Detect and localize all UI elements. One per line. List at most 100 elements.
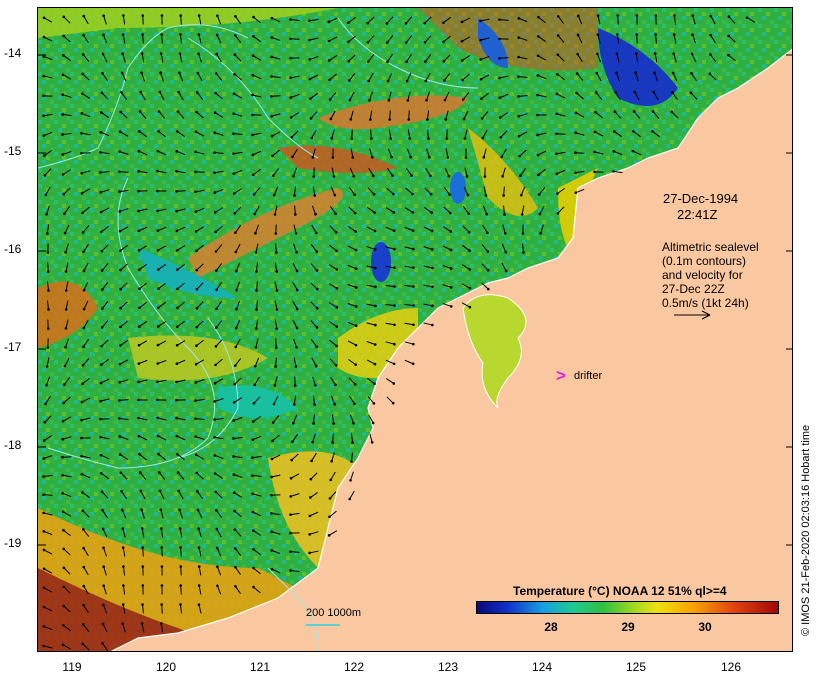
velocity-arrow-head <box>295 288 299 292</box>
velocity-arrow-head <box>62 547 66 551</box>
velocity-arrow-head <box>81 382 84 386</box>
velocity-arrow-head <box>709 14 713 18</box>
velocity-arrow-head <box>99 111 103 114</box>
velocity-arrow-head <box>157 306 160 309</box>
velocity-arrow-head <box>176 287 179 291</box>
velocity-arrow-head <box>354 267 358 270</box>
velocity-arrow-head <box>235 288 238 292</box>
velocity-arrow-head <box>366 60 370 63</box>
velocity-arrow-head <box>327 39 331 43</box>
velocity-arrow-head <box>483 175 487 178</box>
velocity-arrow-head <box>313 403 316 406</box>
velocity-arrow-head <box>347 79 351 82</box>
altimetry-note-line: and velocity for <box>662 268 743 282</box>
velocity-arrow-head <box>82 288 86 292</box>
velocity-arrow-head <box>309 117 313 120</box>
velocity-arrow-head <box>373 211 376 214</box>
velocity-arrow-head <box>42 457 46 460</box>
velocity-arrow-head <box>138 110 142 113</box>
velocity-arrow-head <box>555 132 558 136</box>
velocity-arrow-head <box>101 71 104 75</box>
velocity-arrow-head <box>121 33 125 36</box>
velocity-arrow-head <box>348 98 352 102</box>
velocity-arrow-head <box>197 603 201 606</box>
velocity-arrow <box>636 34 638 44</box>
velocity-arrow-head <box>194 417 197 420</box>
velocity-arrow-head <box>352 421 355 425</box>
velocity-arrow-head <box>270 134 274 138</box>
velocity-arrow-head <box>252 15 255 19</box>
velocity-arrow-head <box>517 36 521 39</box>
velocity-arrow-head <box>447 174 451 178</box>
velocity-arrow-head <box>175 362 179 366</box>
velocity-arrow-head <box>635 33 638 36</box>
velocity-arrow-head <box>254 251 258 254</box>
velocity-arrow-head <box>354 248 358 252</box>
velocity-arrow-head <box>520 193 523 197</box>
velocity-arrow-head <box>175 249 179 252</box>
velocity-arrow-head <box>176 325 179 328</box>
velocity-arrow-head <box>272 174 275 177</box>
velocity-arrow-head <box>140 508 143 512</box>
velocity-arrow-head <box>349 118 353 121</box>
velocity-arrow-head <box>101 527 105 531</box>
velocity-arrow-head <box>331 441 334 444</box>
velocity-arrow-head <box>407 118 411 121</box>
velocity-arrow-head <box>137 398 140 402</box>
velocity-arrow-head <box>140 622 144 625</box>
velocity-arrow-head <box>251 54 255 57</box>
velocity-arrow-head <box>80 436 83 440</box>
map-area[interactable] <box>37 7 793 652</box>
velocity-arrow-head <box>393 342 396 346</box>
velocity-arrow-head <box>442 59 446 63</box>
velocity-arrow-head <box>595 71 599 75</box>
velocity-arrow-head <box>81 509 85 513</box>
velocity-arrow-head <box>632 129 635 133</box>
velocity-arrow-head <box>82 546 85 550</box>
velocity-arrow-head <box>556 72 559 76</box>
velocity-arrow-head <box>689 91 693 95</box>
velocity-arrow-head <box>251 73 255 77</box>
velocity-arrow-head <box>82 33 85 37</box>
lon-label: 120 <box>155 660 177 674</box>
velocity-arrow-head <box>328 515 331 519</box>
velocity-arrow-head <box>289 56 292 60</box>
velocity-arrow-head <box>373 382 376 386</box>
velocity-arrow-head <box>311 156 315 159</box>
velocity-arrow-head <box>327 534 331 537</box>
velocity-arrow-head <box>727 15 731 19</box>
velocity-arrow-head <box>468 249 471 253</box>
velocity-arrow-head <box>498 37 501 41</box>
velocity-arrow-head <box>275 270 279 273</box>
velocity-arrow-head <box>291 155 294 159</box>
velocity-arrow-head <box>102 603 105 607</box>
velocity-arrow-head <box>333 193 337 197</box>
velocity-arrow-head <box>156 149 160 153</box>
velocity-arrow-head <box>331 156 335 159</box>
velocity-arrow-head <box>233 211 237 215</box>
velocity-arrow-head <box>312 422 315 425</box>
velocity-arrow <box>161 34 163 44</box>
velocity-arrow-head <box>194 150 197 154</box>
velocity-arrow-head <box>119 325 122 329</box>
velocity-arrow-head <box>42 94 45 98</box>
velocity-arrow-head <box>234 269 238 273</box>
velocity-arrow-head <box>385 22 389 25</box>
velocity-arrow-head <box>411 362 415 366</box>
velocity-arrow-head <box>234 345 238 349</box>
velocity-arrow-head <box>101 508 104 512</box>
velocity-arrow-head <box>574 151 577 155</box>
velocity-arrow-head <box>61 133 64 136</box>
velocity-arrow-head <box>519 174 522 178</box>
velocity-arrow-head <box>275 327 278 330</box>
velocity-arrow-head <box>118 362 122 366</box>
velocity-arrow-head <box>178 527 182 530</box>
velocity-arrow-head <box>294 365 298 368</box>
velocity-arrow-head <box>119 268 122 272</box>
velocity-arrow-head <box>393 266 396 270</box>
velocity-arrow-head <box>252 585 255 589</box>
velocity-arrow-head <box>100 472 103 475</box>
velocity-arrow-head <box>233 528 237 531</box>
velocity-arrow-head <box>555 112 558 116</box>
velocity-arrow-head <box>156 248 160 252</box>
